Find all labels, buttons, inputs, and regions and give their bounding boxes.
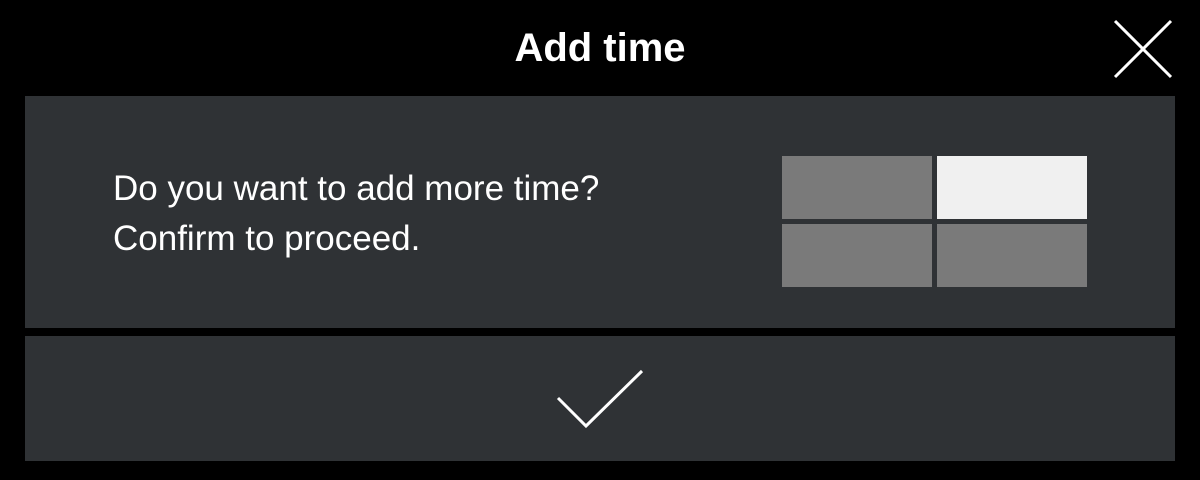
preview-tile-top-right-highlighted <box>937 156 1087 219</box>
dialog-header: Add time <box>0 0 1200 96</box>
preview-tile-bottom-left <box>782 224 932 287</box>
dialog-message: Do you want to add more time? Confirm to… <box>113 164 733 264</box>
message-line-2: Confirm to proceed. <box>113 219 421 258</box>
close-icon <box>1113 19 1173 79</box>
message-panel: Do you want to add more time? Confirm to… <box>25 96 1175 328</box>
preview-tile-bottom-right <box>937 224 1087 287</box>
preview-tile-top-left <box>782 156 932 219</box>
message-line-1: Do you want to add more time? <box>113 169 600 208</box>
dialog-title: Add time <box>514 26 686 70</box>
checkmark-icon <box>556 369 644 429</box>
close-button[interactable] <box>1112 18 1174 80</box>
layout-preview-icon <box>782 156 1088 287</box>
confirm-button[interactable] <box>25 336 1175 461</box>
